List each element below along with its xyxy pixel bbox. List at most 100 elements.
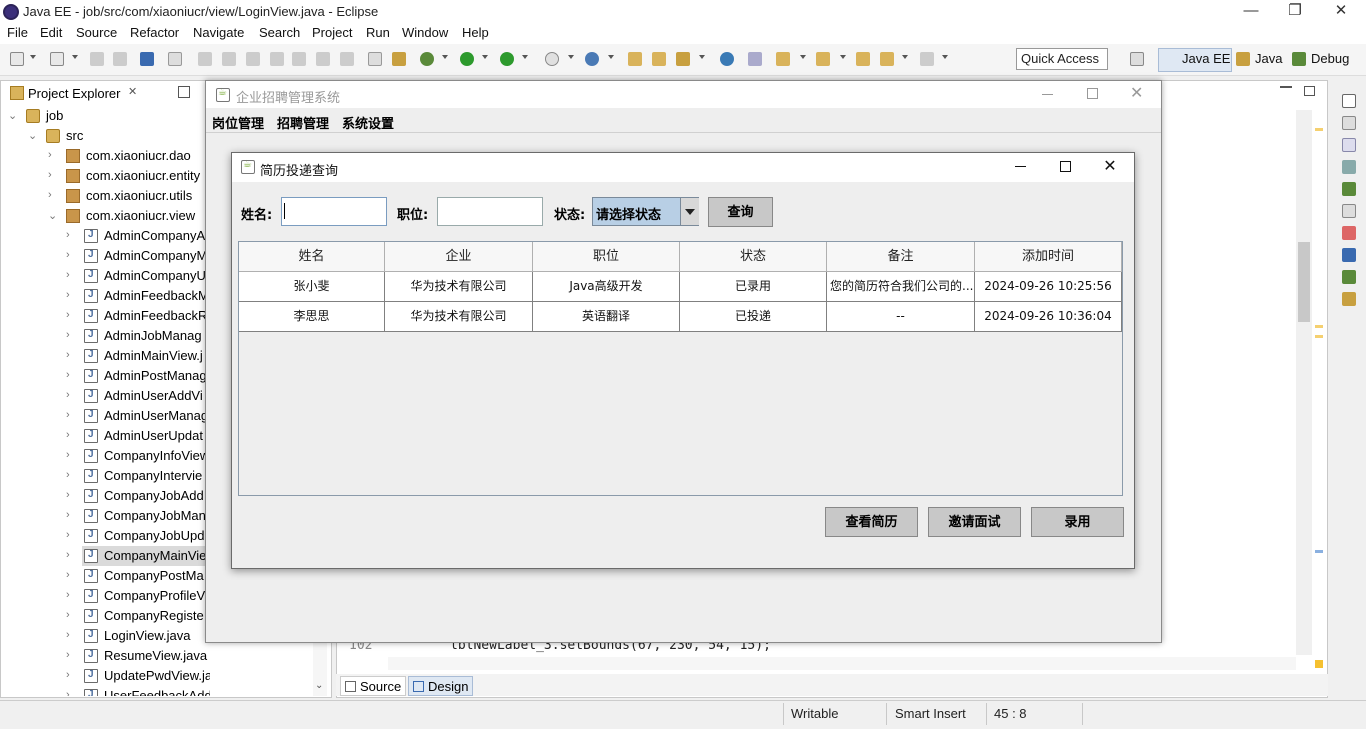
tree-item[interactable]: › com.xiaoniucr.dao bbox=[0, 146, 210, 166]
column-header[interactable]: 姓名 bbox=[239, 242, 385, 272]
dialog-maximize-button[interactable] bbox=[1043, 153, 1087, 182]
table-cell[interactable]: 2024-09-26 10:25:56 bbox=[975, 272, 1122, 302]
collapsed-arrow-icon[interactable]: › bbox=[48, 149, 52, 161]
step-into-icon[interactable] bbox=[292, 52, 306, 66]
column-header[interactable]: 企业 bbox=[385, 242, 533, 272]
properties-icon[interactable] bbox=[1342, 204, 1356, 218]
server-icon[interactable] bbox=[368, 52, 382, 66]
column-header[interactable]: 备注 bbox=[827, 242, 975, 272]
run-icon[interactable] bbox=[460, 52, 474, 66]
markers-icon[interactable] bbox=[1342, 160, 1356, 174]
perspective-java-ee[interactable]: Java EE bbox=[1182, 51, 1230, 66]
column-header[interactable]: 职位 bbox=[533, 242, 680, 272]
snippets-icon[interactable] bbox=[1342, 292, 1356, 306]
collapsed-arrow-icon[interactable]: › bbox=[66, 349, 70, 361]
new-project-dropdown-icon[interactable] bbox=[72, 55, 78, 59]
tree-item[interactable]: › CompanyJobUpd bbox=[0, 526, 210, 546]
save-all-icon[interactable] bbox=[113, 52, 127, 66]
table-cell[interactable]: 华为技术有限公司 bbox=[385, 272, 533, 302]
tab-design[interactable]: Design bbox=[408, 676, 474, 696]
new-project-icon[interactable] bbox=[50, 52, 64, 66]
collapsed-arrow-icon[interactable]: › bbox=[66, 689, 70, 696]
last-edit-icon[interactable] bbox=[856, 52, 870, 66]
resume-icon[interactable] bbox=[198, 52, 212, 66]
menu-run[interactable]: Run bbox=[366, 25, 390, 40]
table-cell[interactable]: 李思思 bbox=[239, 302, 385, 332]
perspective-java[interactable]: Java bbox=[1255, 51, 1282, 66]
menu-refactor[interactable]: Refactor bbox=[130, 25, 179, 40]
collapsed-arrow-icon[interactable]: › bbox=[66, 369, 70, 381]
column-header[interactable]: 状态 bbox=[680, 242, 827, 272]
table-cell[interactable]: 已投递 bbox=[680, 302, 827, 332]
expanded-arrow-icon[interactable]: ⌄ bbox=[28, 129, 37, 142]
collapsed-arrow-icon[interactable]: › bbox=[66, 589, 70, 601]
collapsed-arrow-icon[interactable]: › bbox=[66, 489, 70, 501]
view-resume-button[interactable]: 查看简历 bbox=[825, 507, 918, 537]
status-select[interactable]: 请选择状态 bbox=[592, 197, 699, 226]
collapsed-arrow-icon[interactable]: › bbox=[66, 329, 70, 341]
collapsed-arrow-icon[interactable]: › bbox=[66, 609, 70, 621]
close-button[interactable]: ✕ bbox=[1318, 0, 1364, 24]
menu-recruit-management[interactable]: 招聘管理 bbox=[277, 113, 329, 132]
name-input[interactable] bbox=[281, 197, 387, 226]
perspective-debug[interactable]: Debug bbox=[1311, 51, 1349, 66]
chevron-down-icon[interactable] bbox=[680, 198, 699, 225]
query-button[interactable]: 查询 bbox=[708, 197, 773, 227]
editor-scrollbar[interactable] bbox=[1296, 110, 1312, 655]
collapsed-arrow-icon[interactable]: › bbox=[66, 629, 70, 641]
menu-edit[interactable]: Edit bbox=[40, 25, 62, 40]
collapsed-arrow-icon[interactable]: › bbox=[66, 229, 70, 241]
new-web-dropdown-icon[interactable] bbox=[608, 55, 614, 59]
collapsed-arrow-icon[interactable]: › bbox=[48, 189, 52, 201]
tree-item[interactable]: ⌄ src bbox=[0, 126, 210, 146]
tree-item[interactable]: › LoginView.java bbox=[0, 626, 210, 646]
minimize-button[interactable]: — bbox=[1228, 0, 1274, 24]
deploy-icon[interactable] bbox=[392, 52, 406, 66]
tree-item[interactable]: › ResumeView.java bbox=[0, 646, 210, 666]
collapsed-arrow-icon[interactable]: › bbox=[66, 509, 70, 521]
skip-breakpoints-icon[interactable] bbox=[168, 52, 182, 66]
collapsed-arrow-icon[interactable]: › bbox=[66, 429, 70, 441]
collapsed-arrow-icon[interactable]: › bbox=[66, 569, 70, 581]
tree-item[interactable]: › UserFeedbackAddView.java bbox=[0, 686, 210, 696]
run-dropdown-icon[interactable] bbox=[482, 55, 488, 59]
step-over-icon[interactable] bbox=[316, 52, 330, 66]
new-web-icon[interactable] bbox=[585, 52, 599, 66]
tree-item[interactable]: › AdminPostManag bbox=[0, 366, 210, 386]
tree-item[interactable]: › UpdatePwdView.java bbox=[0, 666, 210, 686]
tree-item[interactable]: ⌄ job bbox=[0, 106, 210, 126]
debug-dropdown-icon[interactable] bbox=[442, 55, 448, 59]
tree-item[interactable]: › CompanyPostMa bbox=[0, 566, 210, 586]
collapsed-arrow-icon[interactable]: › bbox=[66, 549, 70, 561]
outline-icon[interactable] bbox=[1342, 116, 1356, 130]
next-annotation-icon[interactable] bbox=[776, 52, 790, 66]
tree-item[interactable]: › AdminFeedbackR bbox=[0, 306, 210, 326]
new-dropdown-icon[interactable] bbox=[30, 55, 36, 59]
tree-item[interactable]: › CompanyMainVie bbox=[0, 546, 210, 566]
table-cell[interactable]: 华为技术有限公司 bbox=[385, 302, 533, 332]
job-input[interactable] bbox=[437, 197, 543, 226]
tree-item[interactable]: › CompanyJobAdd bbox=[0, 486, 210, 506]
tree-item[interactable]: › AdminCompanyA bbox=[0, 226, 210, 246]
run-external-dropdown-icon[interactable] bbox=[522, 55, 528, 59]
new-class-dropdown-icon[interactable] bbox=[568, 55, 574, 59]
tree-item[interactable]: › AdminUserUpdat bbox=[0, 426, 210, 446]
invite-interview-button[interactable]: 邀请面试 bbox=[928, 507, 1021, 537]
forward-dropdown-icon[interactable] bbox=[942, 55, 948, 59]
open-resource-icon[interactable] bbox=[652, 52, 666, 66]
main-maximize-icon[interactable] bbox=[1087, 88, 1098, 99]
collapsed-arrow-icon[interactable]: › bbox=[66, 389, 70, 401]
table-cell[interactable]: 您的简历符合我们公司的... bbox=[827, 272, 975, 302]
close-tab-icon[interactable]: ✕ bbox=[128, 85, 137, 98]
tree-item[interactable]: › CompanyRegiste bbox=[0, 606, 210, 626]
menu-file[interactable]: File bbox=[7, 25, 28, 40]
debug-icon[interactable] bbox=[420, 52, 434, 66]
collapsed-arrow-icon[interactable]: › bbox=[66, 669, 70, 681]
tree-item[interactable]: › AdminUserManag bbox=[0, 406, 210, 426]
dialog-close-button[interactable]: ✕ bbox=[1088, 153, 1132, 182]
step-return-icon[interactable] bbox=[340, 52, 354, 66]
search-icon[interactable] bbox=[676, 52, 690, 66]
tree-item[interactable]: › CompanyInfoView bbox=[0, 446, 210, 466]
link-icon[interactable] bbox=[748, 52, 762, 66]
menu-source[interactable]: Source bbox=[76, 25, 117, 40]
